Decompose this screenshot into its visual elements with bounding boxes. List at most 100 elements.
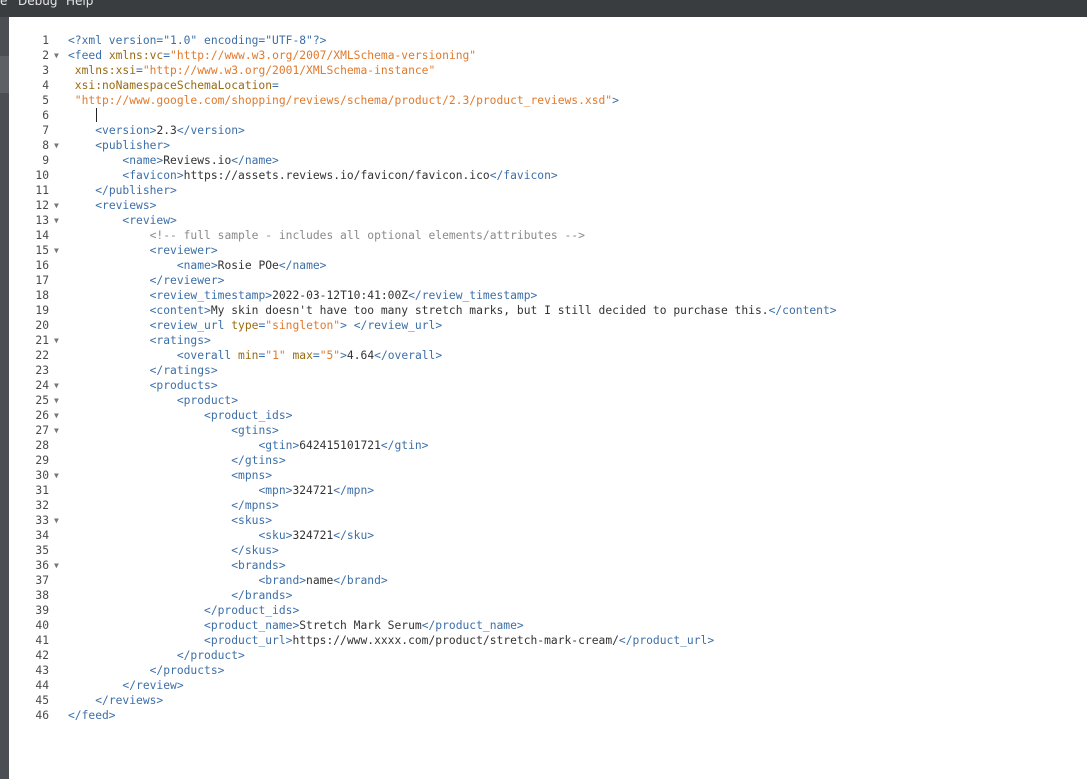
code-token-tag: </publisher> (95, 184, 177, 197)
code-token-tag: > (612, 94, 619, 107)
fold-toggle-icon[interactable]: ▼ (54, 213, 59, 228)
code-line: </mpns> (68, 498, 837, 513)
code-token-tag: <brands> (231, 559, 286, 572)
code-token-txt: name (306, 574, 334, 587)
line-number-row: 16 (9, 258, 65, 273)
fold-toggle-icon[interactable]: ▼ (54, 378, 59, 393)
fold-toggle-icon[interactable]: ▼ (54, 243, 59, 258)
code-line: <skus> (68, 513, 837, 528)
code-token-tag: <gtins> (231, 424, 279, 437)
code-token-tag: <product> (176, 394, 239, 407)
line-number: 30 (35, 469, 49, 482)
code-line: <mpn>324721</mpn> (68, 483, 837, 498)
line-number-row: 7 (9, 123, 65, 138)
line-number: 3 (42, 64, 49, 77)
line-number: 31 (35, 484, 49, 497)
code-token-tag: </products> (149, 664, 225, 677)
code-line: </gtins> (68, 453, 837, 468)
code-token-tag: <feed (68, 49, 109, 62)
line-number: 19 (35, 304, 49, 317)
code-token-tag: </gtins> (231, 454, 286, 467)
line-number-row: 44 (9, 678, 65, 693)
fold-toggle-icon[interactable]: ▼ (54, 423, 59, 438)
fold-toggle-icon[interactable]: ▼ (54, 198, 59, 213)
fold-toggle-icon[interactable]: ▼ (54, 558, 59, 573)
line-number-row: 11 (9, 183, 65, 198)
line-number: 41 (35, 634, 49, 647)
code-token-tag: <sku> (258, 529, 293, 542)
line-number: 15 (35, 244, 49, 257)
line-number: 23 (35, 364, 49, 377)
code-token-tag: </mpn> (333, 484, 375, 497)
line-number: 18 (35, 289, 49, 302)
line-number: 28 (35, 439, 49, 452)
fold-toggle-icon[interactable]: ▼ (54, 333, 59, 348)
line-number: 29 (35, 454, 49, 467)
code-token-tag: </product_name> (421, 619, 524, 632)
menu-item-edit[interactable]: e (0, 0, 7, 8)
line-number: 46 (35, 709, 49, 722)
code-token-tag: <reviewer> (149, 244, 218, 257)
line-number-row: 34 (9, 528, 65, 543)
fold-toggle-icon[interactable]: ▼ (54, 468, 59, 483)
line-number-row: 2 ▼ (9, 48, 65, 63)
line-number: 44 (35, 679, 49, 692)
code-line: <ratings> (68, 333, 837, 348)
line-number: 7 (42, 124, 49, 137)
fold-toggle-icon[interactable]: ▼ (54, 48, 59, 63)
line-number: 26 (35, 409, 49, 422)
line-number-row: 35 (9, 543, 65, 558)
code-token-tag: </skus> (231, 544, 279, 557)
line-number: 39 (35, 604, 49, 617)
code-token-tag: <name> (176, 259, 218, 272)
code-token-tag: > </review_url> (340, 319, 443, 332)
line-number: 16 (35, 259, 49, 272)
line-number-row: 27 ▼ (9, 423, 65, 438)
code-token-tag: </review_timestamp> (408, 289, 538, 302)
line-number: 43 (35, 664, 49, 677)
code-token-tag: <favicon> (122, 169, 184, 182)
code-token-str: "1" (265, 349, 286, 362)
line-number: 9 (42, 154, 49, 167)
line-number-row: 18 (9, 288, 65, 303)
fold-toggle-icon[interactable]: ▼ (54, 138, 59, 153)
line-number: 32 (35, 499, 49, 512)
code-token-tag: </favicon> (489, 169, 558, 182)
code-line: <mpns> (68, 468, 837, 483)
line-number: 33 (35, 514, 49, 527)
side-panel-tab[interactable] (0, 56, 9, 93)
line-number-row: 41 (9, 633, 65, 648)
line-number-row: 12 ▼ (9, 198, 65, 213)
code-line: <products> (68, 378, 837, 393)
menu-item-help[interactable]: Help (66, 0, 93, 8)
code-line: <name>Reviews.io</name> (68, 153, 837, 168)
code-token-str: "http://www.w3.org/2007/XMLSchema-versio… (170, 49, 477, 62)
code-token-attr: type (231, 319, 259, 332)
code-token-tag: </overall> (374, 349, 443, 362)
fold-toggle-icon[interactable]: ▼ (54, 408, 59, 423)
line-number-row: 5 (9, 93, 65, 108)
line-number: 20 (35, 319, 49, 332)
menu-item-debug[interactable]: Debug (18, 0, 57, 8)
line-number-row: 30 ▼ (9, 468, 65, 483)
code-area[interactable]: <?xml version="1.0" encoding="UTF-8"?> <f… (68, 33, 837, 723)
line-number-row: 23 (9, 363, 65, 378)
code-line: <review_url type="singleton"> </review_u… (68, 318, 837, 333)
code-token-tag: </product_url> (618, 634, 715, 647)
fold-toggle-icon[interactable]: ▼ (54, 513, 59, 528)
fold-toggle-icon[interactable]: ▼ (54, 393, 59, 408)
line-number-row: 32 (9, 498, 65, 513)
